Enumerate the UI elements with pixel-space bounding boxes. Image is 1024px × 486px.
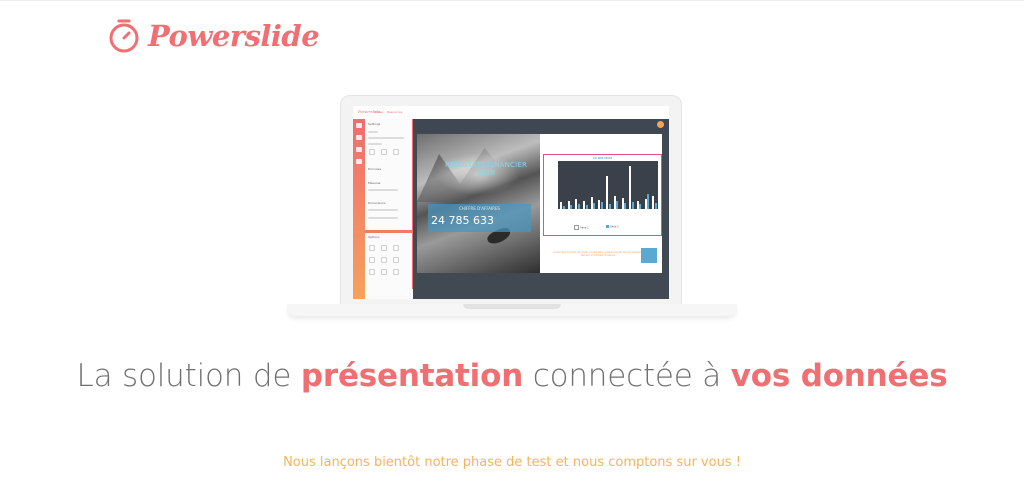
panel-line [368,143,382,145]
chart-plot [558,161,658,209]
panel-section: Options [368,235,380,239]
chart-bar [647,193,650,209]
subtitle: Nous lançons bientôt notre phase de test… [283,455,741,470]
panel-icon [381,257,387,263]
chart-bar [600,202,603,209]
slide-title-year: 2018 [476,169,496,177]
app-settings-panel: Settings Données Mesures Dimensions Opti… [365,119,414,299]
kpi-value: 24 785 633 [431,214,494,227]
panel-section: Dimensions [368,201,386,205]
top-divider [0,0,1024,1]
chart-bar [593,203,596,209]
headline-highlight: vos données [730,358,948,394]
rail-icon [356,123,362,128]
chart-bar [585,204,588,209]
legend-item: Série 2 [606,225,619,229]
app-nav-item: Pulse [375,110,383,114]
panel-icon [381,149,387,155]
panel-line [368,209,398,211]
panel-line [368,189,398,191]
panel-icon [369,245,375,251]
panel-section: Mesures [368,181,381,185]
powerslide-logo[interactable]: Powerslide [106,18,320,54]
selection-line [412,119,413,289]
headline-part: connectée à [523,358,731,394]
legend-swatch [574,225,579,230]
presentation-slide: RÉSULTATS FINANCIER 2018 CHIFFRE D'AFFAI… [417,134,662,273]
kpi-box: CHIFFRE D'AFFAIRES 24 785 633 [428,204,531,232]
chart-bar [639,203,642,209]
panel-icon [369,269,375,275]
legend-swatch [606,225,609,228]
app-toolbar [413,119,669,133]
chart-bar [631,202,634,209]
laptop-notch [463,304,561,309]
panel-icon [381,269,387,275]
panel-icon [393,269,399,275]
legend-item: Série 1 [574,225,589,230]
panel-icon [369,257,375,263]
laptop-screen: Powerslide Pulse Resources Settings Donn… [353,106,669,299]
panel-title: Settings [368,122,381,126]
chart-widget: CA PAR MOIS Série 1 Série 2 [543,154,662,236]
logo-text: Powerslide [148,19,320,53]
slide-title: RÉSULTATS FINANCIER 2018 [431,161,541,177]
chart-bar [616,201,619,209]
app-sidebar-rail [353,119,365,299]
chart-title: CA PAR MOIS [592,156,613,160]
headline: La solution de présentation connectée à … [0,358,1024,394]
chart-bar [570,204,573,209]
app-nav-item: Resources [387,110,403,114]
panel-icon [393,245,399,251]
user-avatar [657,121,664,128]
app-topbar: Powerslide Pulse Resources [353,106,669,120]
panel-icon [393,149,399,155]
chart-bar [608,203,611,209]
slide-note: Lorem ipsum dolor sit amet, consectetur … [553,251,643,257]
rail-icon [356,159,362,164]
panel-line [368,217,398,219]
chart-bar [654,203,657,209]
chart-bar [577,203,580,209]
slide-title-line: RÉSULTATS FINANCIER [444,161,528,169]
chart-bar [624,203,627,209]
panel-line [368,137,404,139]
panel-section: Données [368,167,382,171]
panel-icon [381,245,387,251]
kpi-label: CHIFFRE D'AFFAIRES [458,206,501,211]
panel-icon [369,149,375,155]
legend-label: Série 2 [610,225,619,229]
chart-bar [562,205,565,209]
stopwatch-icon [109,19,139,53]
legend-label: Série 1 [580,226,589,230]
rail-icon [356,135,362,140]
slide-mini-box [641,248,657,263]
panel-icon [393,257,399,263]
panel-line [368,131,378,133]
panel-highlight-bar [365,230,413,233]
headline-highlight: présentation [300,358,524,394]
headline-part: La solution de [76,358,301,394]
rail-icon [356,147,362,152]
